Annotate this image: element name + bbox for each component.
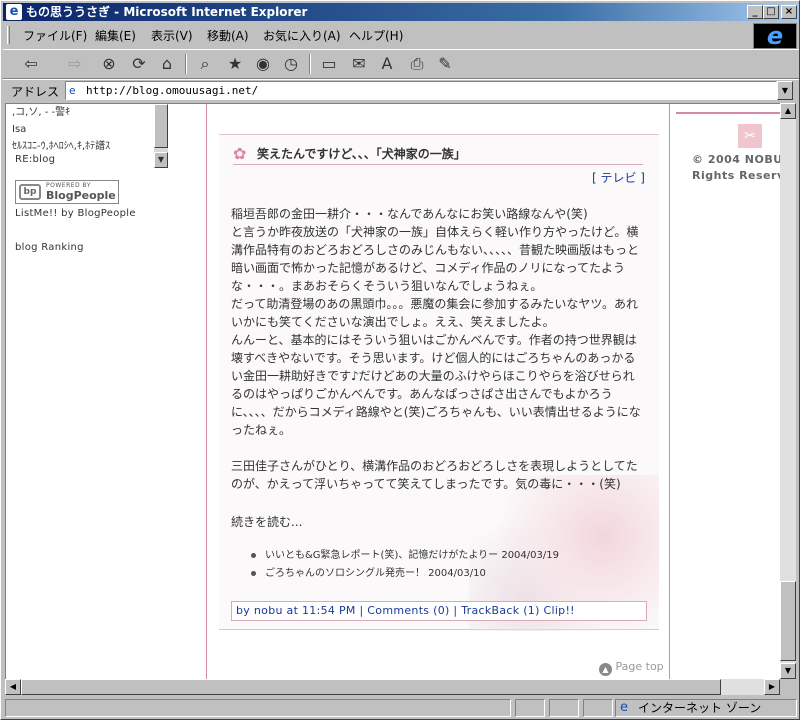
mini-list-scrollbar[interactable]: ▼: [154, 104, 168, 168]
blog-post: ✿ 笑えたんですけど、、、「犬神家の一族」 [ テレビ ] 稲垣吾郎の金田一耕介…: [219, 134, 659, 631]
mail-icon[interactable]: ✉: [347, 53, 371, 75]
ie-logo-icon: e: [753, 23, 797, 49]
mini-list-item[interactable]: ｾﾙｽｺﾆ-ｳ,ﾎﾍﾛｼﾍ,ｷ,ﾎﾃ譜ｽ: [12, 138, 158, 155]
menu-grip: [7, 26, 10, 44]
scroll-thumb[interactable]: [780, 581, 796, 661]
page-top-text: Page top: [615, 660, 664, 673]
home-icon[interactable]: ⌂: [155, 53, 179, 75]
window-title: もの思ううさぎ - Microsoft Internet Explorer: [26, 5, 308, 19]
menu-favorites[interactable]: お気に入り(A): [263, 27, 341, 44]
mini-list-item[interactable]: Isa: [12, 121, 158, 138]
toolbar-separator: [185, 54, 187, 74]
status-lock: [549, 699, 579, 717]
address-url: http://blog.omouusagi.net/: [86, 84, 259, 97]
edit-icon[interactable]: ✎: [433, 53, 457, 75]
ie-page-icon: e: [6, 4, 22, 20]
toolbar-separator: [309, 54, 311, 74]
right-divider: [676, 112, 780, 114]
minimize-button[interactable]: _: [747, 5, 763, 19]
left-sidebar: ,コ,ソ, - -警ｷ Isa ｾﾙｽｺﾆ-ｳ,ﾎﾍﾛｼﾍ,ｷ,ﾎﾃ譜ｽ ▼ R…: [6, 104, 206, 679]
post-footer[interactable]: by nobu at 11:54 PM | Comments (0) | Tra…: [231, 601, 647, 621]
mini-scroll-down-icon[interactable]: ▼: [154, 152, 168, 168]
up-arrow-icon: ▲: [599, 663, 612, 676]
search-icon[interactable]: ⌕: [193, 53, 217, 75]
scroll-left-icon[interactable]: ◀: [5, 679, 21, 695]
reblog-link[interactable]: RE:blog: [15, 154, 55, 165]
title-bar: e もの思ううさぎ - Microsoft Internet Explorer …: [3, 3, 799, 21]
bullet-icon: [251, 553, 256, 558]
history-icon[interactable]: ◷: [279, 53, 303, 75]
mini-scroll-thumb[interactable]: [154, 104, 168, 148]
list-item[interactable]: いいとも&G緊急レポート(笑)、記憶だけがたよりー 2004/03/19: [251, 547, 559, 565]
menu-view[interactable]: 表示(V): [151, 27, 193, 44]
powered-by-text: POWERED BY: [46, 182, 92, 189]
fullscreen-icon[interactable]: ▭: [317, 53, 341, 75]
vertical-scrollbar[interactable]: ▲ ▼: [780, 103, 796, 679]
status-extra: [583, 699, 613, 717]
h-scroll-thumb[interactable]: [21, 679, 721, 695]
menu-help[interactable]: ヘルプ(H): [349, 27, 403, 44]
browser-window: e もの思ううさぎ - Microsoft Internet Explorer …: [0, 0, 800, 720]
page-viewport: ,コ,ソ, - -警ｷ Isa ｾﾙｽｺﾆ-ｳ,ﾎﾍﾛｼﾍ,ｷ,ﾎﾃ譜ｽ ▼ R…: [5, 103, 780, 679]
post-paragraph: 三田佳子さんがひとり、横溝作品のおどろおどろしさを表現しようとしてたのが、かえっ…: [231, 459, 638, 491]
zone-text: インターネット ゾーン: [638, 701, 762, 715]
flower-icon: ✿: [233, 144, 247, 163]
listme-link[interactable]: ListMe!! by BlogPeople: [15, 208, 136, 219]
list-item[interactable]: ごろちゃんのソロシングル発売ー！ 2004/03/10: [251, 565, 559, 583]
copyright-line: Rights Reserv: [692, 169, 780, 182]
page-icon: e: [69, 84, 76, 97]
scroll-right-icon[interactable]: ▶: [764, 679, 780, 695]
status-zone: e インターネット ゾーン: [615, 699, 797, 717]
address-dropdown-icon[interactable]: ▼: [777, 81, 793, 100]
close-button[interactable]: ×: [781, 5, 797, 19]
stop-icon[interactable]: ⊗: [97, 53, 121, 75]
media-icon[interactable]: ◉: [251, 53, 275, 75]
menu-go[interactable]: 移動(A): [207, 27, 249, 44]
related-entry[interactable]: いいとも&G緊急レポート(笑)、記憶だけがたよりー 2004/03/19: [265, 550, 559, 561]
menu-bar: ファイル(F) 編集(E) 表示(V) 移動(A) お気に入り(A) ヘルプ(H…: [3, 23, 753, 47]
right-sidebar: ✂ © 2004 NOBU Rights Reserv: [672, 104, 780, 679]
main-column: ✿ 笑えたんですけど、、、「犬神家の一族」 [ テレビ ] 稲垣吾郎の金田一耕介…: [206, 104, 670, 679]
blogpeople-text: BlogPeople: [46, 189, 116, 202]
post-title: ✿ 笑えたんですけど、、、「犬神家の一族」: [233, 143, 643, 165]
blog-ranking-link[interactable]: blog Ranking: [15, 242, 84, 253]
related-list: いいとも&G緊急レポート(笑)、記憶だけがたよりー 2004/03/19 ごろち…: [251, 547, 559, 583]
copyright-text: © 2004 NOBU Rights Reserv: [692, 152, 780, 184]
related-entry[interactable]: ごろちゃんのソロシングル発売ー！ 2004/03/10: [265, 568, 486, 579]
bullet-icon: [251, 571, 256, 576]
scroll-down-icon[interactable]: ▼: [780, 663, 796, 679]
menu-file[interactable]: ファイル(F): [23, 27, 87, 44]
page-top-link[interactable]: ▲ Page top: [599, 660, 664, 676]
address-input[interactable]: e http://blog.omouusagi.net/: [65, 81, 777, 100]
back-icon[interactable]: ⇦: [19, 53, 43, 75]
bp-logo-icon: bp: [19, 184, 41, 200]
forward-icon[interactable]: ⇨: [63, 53, 87, 75]
refresh-icon[interactable]: ⟳: [127, 53, 151, 75]
horizontal-scrollbar[interactable]: ◀ ▶: [5, 679, 780, 695]
status-text: [5, 699, 511, 717]
globe-icon: e: [620, 700, 628, 715]
blogpeople-badge[interactable]: bp POWERED BY BlogPeople: [15, 180, 119, 204]
status-bar: e インターネット ゾーン: [3, 697, 799, 719]
address-bar: アドレス e http://blog.omouusagi.net/ ▼: [3, 79, 799, 101]
mini-list-item[interactable]: ,コ,ソ, - -警ｷ: [12, 104, 158, 121]
toolbar: ⇦ ⇨ ⊗ ⟳ ⌂ ⌕ ★ ◉ ◷ ▭ ✉ A ⎙ ✎: [3, 49, 799, 79]
rabbit-logo-icon: ✂: [738, 124, 762, 148]
font-size-icon[interactable]: A: [375, 53, 399, 75]
address-label: アドレス: [11, 85, 60, 99]
category-link[interactable]: [ テレビ ]: [592, 169, 645, 186]
read-more-link[interactable]: 続きを読む...: [231, 513, 302, 530]
scroll-up-icon[interactable]: ▲: [780, 103, 796, 119]
post-title-text: 笑えたんですけど、、、「犬神家の一族」: [257, 147, 466, 161]
favorites-icon[interactable]: ★: [223, 53, 247, 75]
post-paragraph: 稲垣吾郎の金田一耕介・・・なんであんなにお笑い路線なんや(笑) と言うか昨夜放送…: [231, 207, 641, 437]
status-progress: [515, 699, 545, 717]
maximize-button[interactable]: □: [763, 5, 779, 19]
print-icon[interactable]: ⎙: [405, 53, 429, 75]
menu-edit[interactable]: 編集(E): [95, 27, 136, 44]
copyright-line: © 2004 NOBU: [692, 153, 780, 166]
post-body: 稲垣吾郎の金田一耕介・・・なんであんなにお笑い路線なんや(笑) と言うか昨夜放送…: [231, 205, 643, 493]
